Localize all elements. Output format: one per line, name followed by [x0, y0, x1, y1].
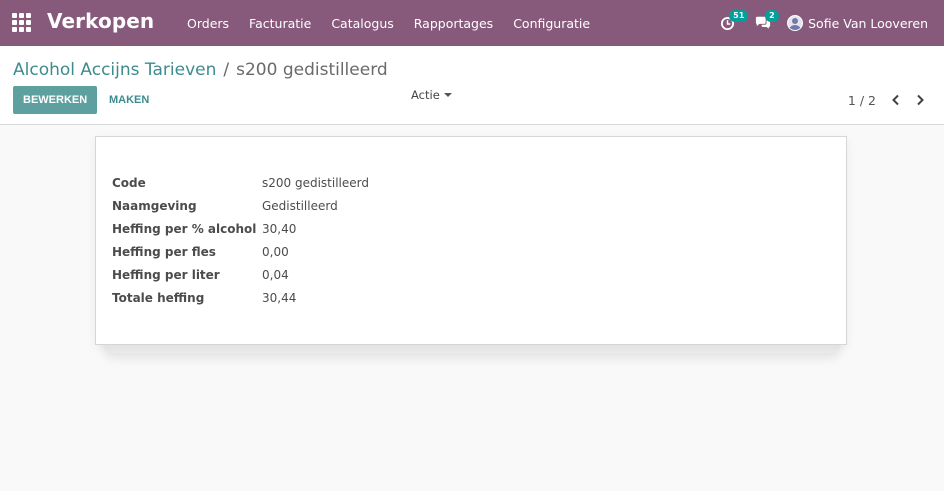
- pager-previous-button[interactable]: [884, 89, 908, 111]
- breadcrumb: Alcohol Accijns Tarieven / s200 gedistil…: [13, 60, 388, 80]
- edit-button[interactable]: BEWERKEN: [13, 86, 98, 114]
- field-value: 0,04: [262, 267, 289, 282]
- systray: 51 2 Sofie Van Looveren: [709, 0, 944, 46]
- form-fields: Code s200 gedistilleerd Naamgeving Gedis…: [112, 171, 369, 309]
- menu-item-configuratie[interactable]: Configuratie: [503, 0, 600, 46]
- field-totale-heffing: Totale heffing 30,44: [112, 286, 369, 309]
- breadcrumb-separator: /: [223, 60, 230, 80]
- field-label: Naamgeving: [112, 198, 197, 213]
- menu-item-catalogus[interactable]: Catalogus: [321, 0, 403, 46]
- main-menu: Orders Facturatie Catalogus Rapportages …: [177, 0, 600, 46]
- avatar: [787, 15, 804, 31]
- field-heffing-per-alcohol: Heffing per % alcohol 30,40: [112, 217, 369, 240]
- app-title[interactable]: Verkopen: [47, 9, 154, 33]
- chevron-left-icon: [892, 94, 899, 106]
- user-name: Sofie Van Looveren: [808, 15, 928, 31]
- field-value: Gedistilleerd: [262, 198, 338, 213]
- breadcrumb-current: s200 gedistilleerd: [236, 60, 388, 80]
- control-panel: Alcohol Accijns Tarieven / s200 gedistil…: [0, 46, 944, 125]
- field-value: s200 gedistilleerd: [262, 175, 369, 190]
- chevron-right-icon: [917, 94, 924, 106]
- messages-button[interactable]: 2: [745, 0, 781, 46]
- caret-down-icon: [443, 93, 452, 97]
- top-navbar: Verkopen Orders Facturatie Catalogus Rap…: [0, 0, 944, 46]
- menu-item-orders[interactable]: Orders: [177, 0, 239, 46]
- pager-next-button[interactable]: [908, 89, 932, 111]
- field-value: 30,40: [262, 221, 297, 236]
- messages-badge: 2: [765, 10, 779, 22]
- breadcrumb-parent[interactable]: Alcohol Accijns Tarieven: [13, 60, 216, 80]
- field-code: Code s200 gedistilleerd: [112, 171, 369, 194]
- apps-grid-icon[interactable]: [12, 13, 31, 32]
- pager-value[interactable]: 1 / 2: [848, 93, 876, 108]
- user-menu[interactable]: Sofie Van Looveren: [781, 0, 944, 46]
- field-heffing-per-fles: Heffing per fles 0,00: [112, 240, 369, 263]
- field-label: Code: [112, 175, 146, 190]
- action-dropdown[interactable]: Actie: [411, 88, 452, 102]
- form-sheet: Code s200 gedistilleerd Naamgeving Gedis…: [95, 136, 847, 345]
- menu-item-rapportages[interactable]: Rapportages: [404, 0, 503, 46]
- field-heffing-per-liter: Heffing per liter 0,04: [112, 263, 369, 286]
- menu-item-facturatie[interactable]: Facturatie: [239, 0, 321, 46]
- field-naamgeving: Naamgeving Gedistilleerd: [112, 194, 369, 217]
- activity-button[interactable]: 51: [709, 0, 749, 46]
- create-button[interactable]: MAKEN: [99, 86, 159, 114]
- field-label: Heffing per liter: [112, 267, 220, 282]
- field-value: 0,00: [262, 244, 289, 259]
- field-label: Heffing per % alcohol: [112, 221, 257, 236]
- field-value: 30,44: [262, 290, 297, 305]
- field-label: Heffing per fles: [112, 244, 216, 259]
- pager: 1 / 2: [848, 89, 932, 111]
- action-label: Actie: [411, 88, 440, 102]
- field-label: Totale heffing: [112, 290, 205, 305]
